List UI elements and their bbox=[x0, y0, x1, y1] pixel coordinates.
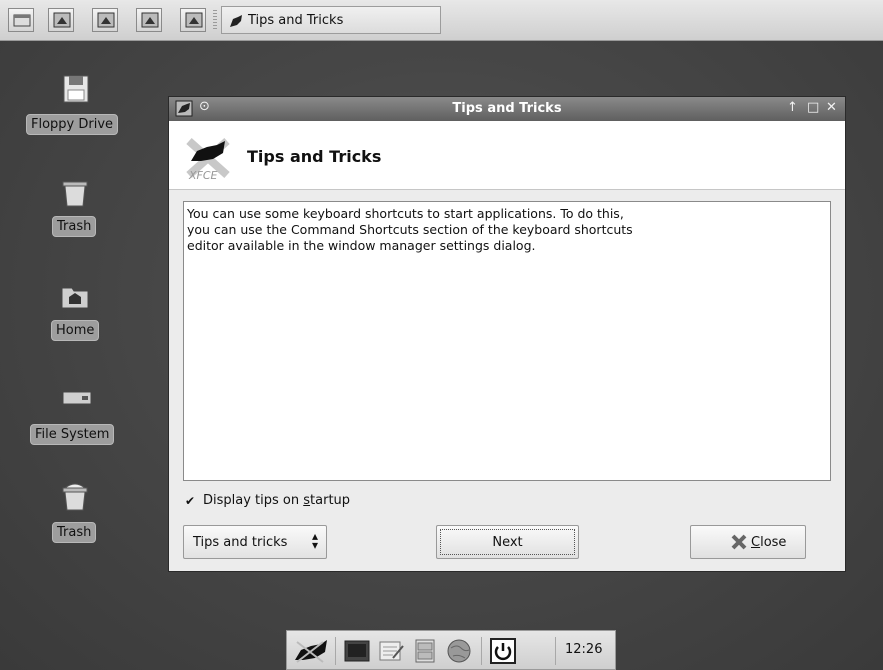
panel-handle[interactable] bbox=[213, 10, 217, 30]
panel-separator bbox=[335, 637, 336, 665]
text-editor-icon[interactable] bbox=[377, 638, 405, 664]
close-x-icon bbox=[731, 534, 747, 550]
close-label: Close bbox=[751, 535, 787, 550]
xfce-mouse-icon bbox=[230, 15, 242, 27]
trash-label: Trash bbox=[52, 216, 97, 237]
maximize-icon[interactable]: □ bbox=[807, 100, 819, 115]
file-manager-icon[interactable] bbox=[411, 638, 439, 664]
workspace-2-button[interactable] bbox=[92, 8, 118, 32]
trash-full-label: Trash bbox=[52, 522, 97, 543]
tip-text-area[interactable]: You can use some keyboard shortcuts to s… bbox=[183, 201, 831, 481]
panel-separator bbox=[481, 637, 482, 665]
terminal-icon[interactable] bbox=[343, 638, 371, 664]
file-system-label: File System bbox=[30, 424, 115, 445]
clock[interactable]: 12:26 bbox=[565, 642, 602, 657]
up-down-arrows-icon: ▴ ▾ bbox=[311, 529, 318, 552]
trash-full-icon bbox=[62, 483, 88, 511]
dialog-window-title: Tips and Tricks bbox=[452, 101, 562, 116]
dialog-titlebar[interactable]: ⊙ Tips and Tricks ↑ □ ✕ bbox=[169, 97, 845, 121]
power-icon[interactable] bbox=[489, 638, 517, 664]
tips-category-value: Tips and tricks bbox=[193, 535, 288, 550]
next-button[interactable]: Next bbox=[436, 525, 579, 559]
next-label: Next bbox=[492, 535, 523, 550]
workspace-3-button[interactable] bbox=[136, 8, 162, 32]
hard-drive-icon bbox=[62, 391, 92, 405]
web-browser-icon[interactable] bbox=[445, 638, 473, 664]
checkmark-icon[interactable]: ✔ bbox=[185, 495, 197, 507]
desktop-icon-floppy-drive[interactable]: Floppy Drive bbox=[26, 70, 126, 140]
dialog-header-title: Tips and Tricks bbox=[247, 147, 382, 166]
workspace-icon bbox=[185, 12, 203, 28]
show-desktop-icon bbox=[13, 14, 31, 27]
display-tips-label: Display tips on startup bbox=[203, 493, 351, 508]
trash-empty-icon bbox=[62, 181, 88, 207]
workspace-icon bbox=[97, 12, 115, 28]
workspace-icon bbox=[53, 12, 71, 28]
desktop-icon-trash[interactable]: Trash bbox=[40, 174, 110, 244]
taskbar-window-label: Tips and Tricks bbox=[248, 13, 344, 28]
desktop: Tips and Tricks Floppy Drive Trash Home … bbox=[0, 0, 883, 670]
top-panel: Tips and Tricks bbox=[0, 0, 883, 41]
floppy-drive-icon bbox=[63, 75, 89, 103]
xfce-logo-icon: XFCE bbox=[186, 138, 230, 181]
workspace-4-button[interactable] bbox=[180, 8, 206, 32]
floppy-drive-label: Floppy Drive bbox=[26, 114, 119, 135]
desktop-icon-file-system[interactable]: File System bbox=[30, 382, 122, 452]
tips-and-tricks-dialog: ⊙ Tips and Tricks ↑ □ ✕ XFCE Tips and Tr… bbox=[168, 96, 846, 572]
maximize-up-icon[interactable]: ↑ bbox=[787, 100, 798, 115]
workspace-icon bbox=[141, 12, 159, 28]
taskbar-window-button[interactable]: Tips and Tricks bbox=[221, 6, 441, 34]
close-button[interactable]: Close bbox=[690, 525, 806, 559]
workspace-1-button[interactable] bbox=[48, 8, 74, 32]
desktop-icon-trash-full[interactable]: Trash bbox=[40, 478, 110, 548]
desktop-icon-home[interactable]: Home bbox=[40, 278, 110, 348]
dialog-header: XFCE Tips and Tricks bbox=[169, 121, 845, 190]
panel-separator bbox=[555, 637, 556, 665]
show-desktop-button[interactable] bbox=[8, 8, 34, 32]
tips-category-select[interactable]: Tips and tricks ▴ ▾ bbox=[183, 525, 327, 559]
home-folder-icon bbox=[61, 287, 89, 309]
close-window-icon[interactable]: ✕ bbox=[826, 100, 837, 115]
bottom-launcher-panel: 12:26 bbox=[286, 630, 616, 670]
home-label: Home bbox=[51, 320, 100, 341]
xfce-menu-icon[interactable] bbox=[293, 638, 329, 664]
svg-text:XFCE: XFCE bbox=[188, 169, 218, 181]
